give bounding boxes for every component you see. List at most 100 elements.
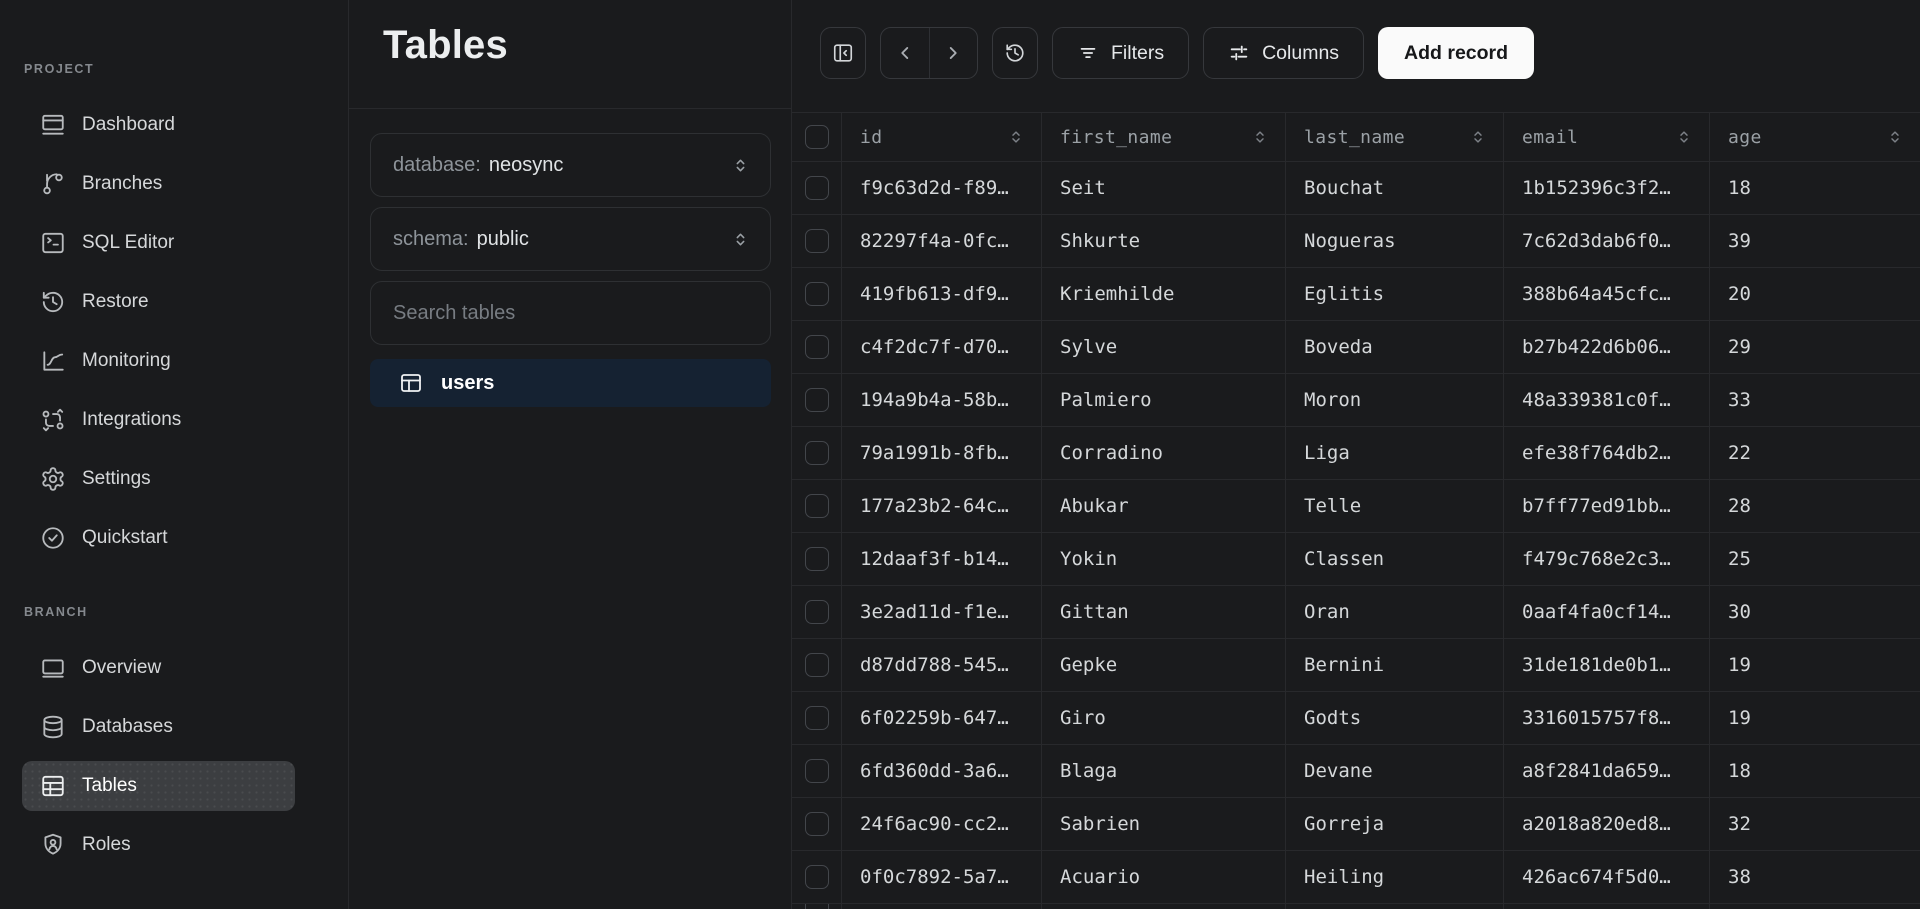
search-tables-input[interactable]	[370, 281, 771, 345]
cell-first-name[interactable]: Palmiero	[1042, 374, 1286, 426]
cell-id[interactable]: f9c63d2d-f89…	[842, 162, 1042, 214]
cell-first-name[interactable]: Gepke	[1042, 639, 1286, 691]
table-row[interactable]: 6fd360dd-3a6… Blaga Devane a8f2841da659……	[792, 745, 1920, 798]
table-row[interactable]: 12daaf3f-b14… Yokin Classen f479c768e2c3…	[792, 533, 1920, 586]
row-checkbox[interactable]	[804, 494, 829, 518]
select-all-checkbox[interactable]	[804, 125, 829, 149]
cell-id[interactable]: 6f02259b-647…	[842, 692, 1042, 744]
row-checkbox[interactable]	[804, 706, 829, 730]
cell-last-name[interactable]: Bouchat	[1286, 162, 1504, 214]
sidebar-item-integrations[interactable]: Integrations	[22, 395, 295, 445]
cell-first-name[interactable]: Kriemhilde	[1042, 268, 1286, 320]
sidebar-item-sql-editor[interactable]: SQL Editor	[22, 218, 295, 268]
cell-id[interactable]	[842, 904, 1042, 909]
cell-age[interactable]: 29	[1710, 321, 1920, 373]
cell-email[interactable]: 0aaf4fa0cf14…	[1504, 586, 1710, 638]
column-header-email[interactable]: email	[1504, 113, 1710, 161]
cell-last-name[interactable]: Boveda	[1286, 321, 1504, 373]
table-row[interactable]: d87dd788-545… Gepke Bernini 31de181de0b1…	[792, 639, 1920, 692]
table-row[interactable]: 79a1991b-8fb… Corradino Liga efe38f764db…	[792, 427, 1920, 480]
cell-first-name[interactable]: Sylve	[1042, 321, 1286, 373]
table-row[interactable]: 24f6ac90-cc2… Sabrien Gorreja a2018a820e…	[792, 798, 1920, 851]
cell-email[interactable]: a2018a820ed8…	[1504, 798, 1710, 850]
table-row[interactable]: c4f2dc7f-d70… Sylve Boveda b27b422d6b06……	[792, 321, 1920, 374]
cell-last-name[interactable]: Gorreja	[1286, 798, 1504, 850]
sidebar-item-monitoring[interactable]: Monitoring	[22, 336, 295, 386]
row-checkbox[interactable]	[804, 653, 829, 677]
table-row[interactable]: f9c63d2d-f89… Seit Bouchat 1b152396c3f2……	[792, 162, 1920, 215]
cell-email[interactable]: 426ac674f5d0…	[1504, 851, 1710, 903]
cell-email[interactable]: 31de181de0b1…	[1504, 639, 1710, 691]
cell-last-name[interactable]: Bernini	[1286, 639, 1504, 691]
sidebar-item-branches[interactable]: Branches	[22, 159, 295, 209]
row-checkbox[interactable]	[804, 812, 829, 836]
sidebar-item-roles[interactable]: Roles	[22, 820, 295, 870]
row-checkbox[interactable]	[804, 904, 829, 909]
row-checkbox[interactable]	[804, 759, 829, 783]
cell-id[interactable]: 24f6ac90-cc2…	[842, 798, 1042, 850]
cell-age[interactable]: 19	[1710, 639, 1920, 691]
prev-page-button[interactable]	[881, 28, 929, 78]
cell-age[interactable]: 33	[1710, 374, 1920, 426]
cell-last-name[interactable]: Telle	[1286, 480, 1504, 532]
cell-first-name[interactable]: Corradino	[1042, 427, 1286, 479]
cell-age[interactable]: 30	[1710, 586, 1920, 638]
cell-email[interactable]: 1b152396c3f2…	[1504, 162, 1710, 214]
cell-id[interactable]: 419fb613-df9…	[842, 268, 1042, 320]
sidebar-item-tables[interactable]: Tables	[22, 761, 295, 811]
cell-first-name[interactable]	[1042, 904, 1286, 909]
cell-first-name[interactable]: Gittan	[1042, 586, 1286, 638]
cell-email[interactable]: b7ff77ed91bb…	[1504, 480, 1710, 532]
cell-email[interactable]: b27b422d6b06…	[1504, 321, 1710, 373]
cell-id[interactable]: 6fd360dd-3a6…	[842, 745, 1042, 797]
cell-age[interactable]: 20	[1710, 268, 1920, 320]
table-row[interactable]: 177a23b2-64c… Abukar Telle b7ff77ed91bb……	[792, 480, 1920, 533]
cell-last-name[interactable]: Nogueras	[1286, 215, 1504, 267]
row-checkbox[interactable]	[804, 335, 829, 359]
cell-last-name[interactable]: Classen	[1286, 533, 1504, 585]
sidebar-item-quickstart[interactable]: Quickstart	[22, 513, 295, 563]
sidebar-item-restore[interactable]: Restore	[22, 277, 295, 327]
cell-id[interactable]: 3e2ad11d-f1e…	[842, 586, 1042, 638]
cell-first-name[interactable]: Giro	[1042, 692, 1286, 744]
cell-id[interactable]: 12daaf3f-b14…	[842, 533, 1042, 585]
row-checkbox[interactable]	[804, 388, 829, 412]
row-checkbox[interactable]	[804, 176, 829, 200]
column-header-id[interactable]: id	[842, 113, 1042, 161]
column-header-first-name[interactable]: first_name	[1042, 113, 1286, 161]
cell-first-name[interactable]: Sabrien	[1042, 798, 1286, 850]
row-checkbox[interactable]	[804, 600, 829, 624]
sidebar-item-databases[interactable]: Databases	[22, 702, 295, 752]
cell-email[interactable]: efe38f764db2…	[1504, 427, 1710, 479]
table-row[interactable]: 3e2ad11d-f1e… Gittan Oran 0aaf4fa0cf14… …	[792, 586, 1920, 639]
row-checkbox[interactable]	[804, 282, 829, 306]
database-select[interactable]: database: neosync	[370, 133, 771, 197]
add-record-button[interactable]: Add record	[1378, 27, 1535, 79]
cell-last-name[interactable]: Eglitis	[1286, 268, 1504, 320]
cell-id[interactable]: c4f2dc7f-d70…	[842, 321, 1042, 373]
cell-age[interactable]: 32	[1710, 798, 1920, 850]
cell-id[interactable]: 79a1991b-8fb…	[842, 427, 1042, 479]
cell-email[interactable]: f479c768e2c3…	[1504, 533, 1710, 585]
cell-id[interactable]: 177a23b2-64c…	[842, 480, 1042, 532]
table-row[interactable]: 194a9b4a-58b… Palmiero Moron 48a339381c0…	[792, 374, 1920, 427]
cell-id[interactable]: d87dd788-545…	[842, 639, 1042, 691]
cell-id[interactable]: 0f0c7892-5a7…	[842, 851, 1042, 903]
cell-id[interactable]: 82297f4a-0fc…	[842, 215, 1042, 267]
cell-first-name[interactable]: Shkurte	[1042, 215, 1286, 267]
collapse-panel-button[interactable]	[820, 27, 866, 79]
cell-last-name[interactable]	[1286, 904, 1504, 909]
cell-email[interactable]	[1504, 904, 1710, 909]
cell-first-name[interactable]: Yokin	[1042, 533, 1286, 585]
column-header-age[interactable]: age	[1710, 113, 1920, 161]
cell-first-name[interactable]: Blaga	[1042, 745, 1286, 797]
cell-last-name[interactable]: Devane	[1286, 745, 1504, 797]
cell-last-name[interactable]: Liga	[1286, 427, 1504, 479]
cell-age[interactable]: 39	[1710, 215, 1920, 267]
cell-first-name[interactable]: Seit	[1042, 162, 1286, 214]
cell-first-name[interactable]: Abukar	[1042, 480, 1286, 532]
history-button[interactable]	[992, 27, 1038, 79]
column-header-last-name[interactable]: last_name	[1286, 113, 1504, 161]
schema-select[interactable]: schema: public	[370, 207, 771, 271]
filters-button[interactable]: Filters	[1052, 27, 1190, 79]
